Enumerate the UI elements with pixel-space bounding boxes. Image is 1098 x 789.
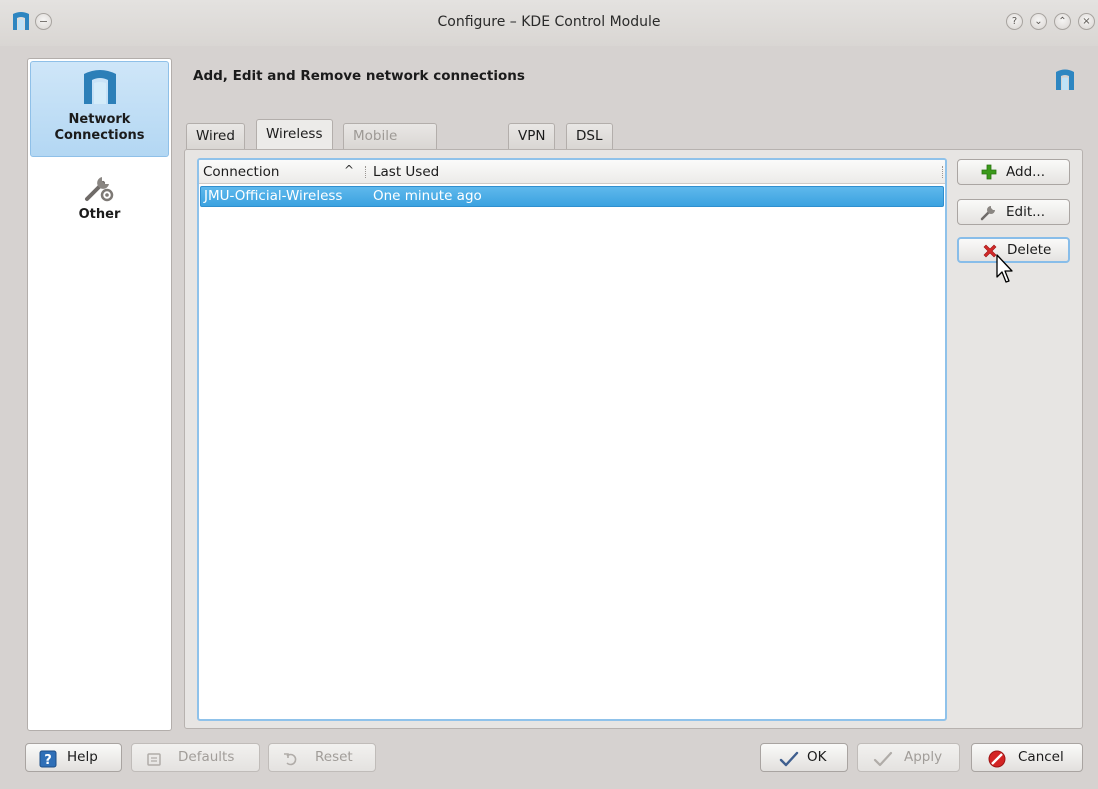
reset-button[interactable]: Reset xyxy=(268,743,376,772)
sidebar-item-label: Network xyxy=(68,112,131,127)
list-header: Connection ^ Last Used xyxy=(199,160,945,184)
network-icon xyxy=(83,70,116,104)
column-header-connection[interactable]: Connection xyxy=(203,164,279,180)
column-header-last-used[interactable]: Last Used xyxy=(373,164,439,180)
tab-wired[interactable]: Wired xyxy=(186,123,245,149)
tab-wireless[interactable]: Wireless xyxy=(256,119,333,149)
tab-label: Wireless xyxy=(266,126,323,142)
button-label: Defaults xyxy=(178,749,235,765)
wrench-gear-icon xyxy=(84,177,113,202)
sidebar-item-network-connections[interactable]: Network Connections xyxy=(30,61,169,157)
wrench-icon xyxy=(980,206,995,221)
table-row[interactable]: JMU-Official-Wireless One minute ago xyxy=(200,186,944,207)
button-label: Edit... xyxy=(1006,204,1046,220)
undo-icon xyxy=(284,753,297,766)
edit-connection-button[interactable]: Edit... xyxy=(957,199,1070,225)
button-label: Help xyxy=(67,749,98,765)
plus-icon xyxy=(981,164,997,180)
sidebar-item-label: Other xyxy=(78,207,121,222)
sidebar-item-other[interactable]: Other xyxy=(30,163,169,233)
svg-text:?: ? xyxy=(44,753,52,768)
column-separator[interactable] xyxy=(365,166,367,178)
checkmark-icon xyxy=(779,751,799,767)
cancel-button[interactable]: Cancel xyxy=(971,743,1083,772)
button-label: Add... xyxy=(1006,164,1046,180)
close-window-button[interactable]: × xyxy=(1078,13,1095,30)
tab-label: DSL xyxy=(576,128,603,144)
tab-label: VPN xyxy=(518,128,546,144)
sort-ascending-icon: ^ xyxy=(344,163,355,177)
tab-mobile-broadband[interactable]: Mobile Broadband xyxy=(343,123,437,168)
connections-list[interactable]: Connection ^ Last Used JMU-Official-Wire… xyxy=(197,158,947,721)
defaults-icon xyxy=(147,753,161,766)
column-separator[interactable] xyxy=(942,166,944,178)
page-title: Add, Edit and Remove network connections xyxy=(193,68,525,84)
minimize-window-button[interactable]: ⌄ xyxy=(1030,13,1047,30)
window-title: Configure – KDE Control Module xyxy=(437,14,661,30)
button-label: Reset xyxy=(315,749,353,765)
mouse-cursor-icon xyxy=(996,254,1013,283)
checkmark-icon xyxy=(873,751,893,767)
title-bar[interactable]: Configure – KDE Control Module ? ⌄ ⌃ × xyxy=(0,0,1098,46)
maximize-window-button[interactable]: ⌃ xyxy=(1054,13,1071,30)
wireless-tab-panel: Connection ^ Last Used JMU-Official-Wire… xyxy=(184,149,1083,729)
add-connection-button[interactable]: Add... xyxy=(957,159,1070,185)
button-label: OK xyxy=(807,749,827,765)
defaults-button[interactable]: Defaults xyxy=(131,743,260,772)
apply-button[interactable]: Apply xyxy=(857,743,960,772)
help-window-button[interactable]: ? xyxy=(1006,13,1023,30)
cancel-icon xyxy=(988,750,1006,768)
help-button[interactable]: ? Help xyxy=(25,743,122,772)
network-module-icon xyxy=(1056,69,1074,90)
button-label: Apply xyxy=(904,749,943,765)
button-label: Cancel xyxy=(1018,749,1064,765)
tab-label: Wired xyxy=(196,128,235,144)
tab-dsl[interactable]: DSL xyxy=(566,123,613,149)
cell-connection: JMU-Official-Wireless xyxy=(204,188,343,204)
ok-button[interactable]: OK xyxy=(760,743,848,772)
module-sidebar: Network Connections Other xyxy=(27,58,172,731)
sidebar-item-label: Connections xyxy=(54,128,145,143)
tab-vpn[interactable]: VPN xyxy=(508,123,556,149)
cell-last-used: One minute ago xyxy=(373,188,482,204)
help-icon: ? xyxy=(39,750,57,768)
